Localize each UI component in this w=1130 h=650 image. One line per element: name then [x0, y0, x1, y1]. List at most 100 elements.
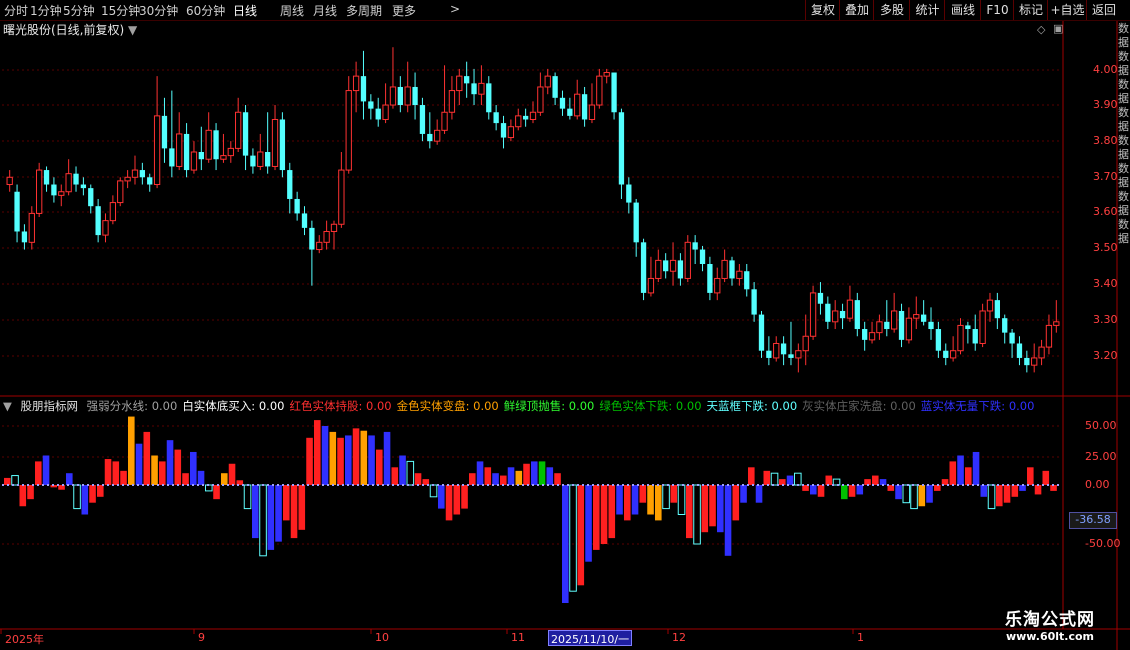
candle [588, 83, 596, 124]
candle [500, 115, 507, 149]
indicator-bar [895, 485, 902, 500]
period-tab-p5[interactable]: 60分钟 [186, 2, 225, 19]
date-tick-label: 10 [375, 631, 389, 644]
period-tab-p9[interactable]: 多周期 [346, 2, 382, 19]
toolbar-button-8[interactable]: 返回 [1086, 0, 1121, 20]
candle [375, 97, 381, 127]
indicator-bar [856, 485, 864, 495]
indicator-bar [197, 470, 205, 485]
candle [677, 253, 684, 286]
chevron-right-icon[interactable]: > [450, 2, 460, 16]
candle [330, 220, 338, 250]
candle-body [412, 86, 418, 106]
indicator-bar [376, 449, 383, 485]
period-tab-p7[interactable]: 周线 [280, 2, 304, 19]
chevron-down-icon[interactable]: ▼ [128, 23, 137, 37]
indicator-name[interactable]: 股朋指标网 [21, 399, 79, 413]
candle [721, 249, 728, 283]
candle-body [633, 202, 639, 243]
candle-body [1045, 324, 1053, 348]
indicator-bar [73, 484, 81, 510]
toolbar-button-6[interactable]: 标记 [1013, 0, 1048, 20]
candle [515, 108, 522, 131]
indicator-bar [902, 484, 911, 504]
candle-body [574, 93, 581, 117]
date-tick-label: 11 [511, 631, 525, 644]
candle-body [36, 169, 43, 214]
diamond-icon[interactable]: ◇ [1037, 23, 1045, 36]
indicator-bar [414, 473, 422, 485]
indicator-bar [655, 485, 662, 521]
indicator-tick-label: -50.00 [1085, 537, 1121, 550]
indicator-bar [841, 485, 848, 500]
candle [795, 343, 802, 373]
current-value-badge: -36.58 [1069, 512, 1117, 529]
candle-body [965, 325, 971, 330]
candle-body [14, 191, 20, 232]
toolbar-button-5[interactable]: F10 [980, 0, 1014, 20]
toolbar-button-1[interactable]: 叠加 [839, 0, 874, 20]
candle [957, 318, 964, 355]
candle [979, 303, 986, 348]
candle [574, 79, 581, 120]
toolbar-button-0[interactable]: 复权 [805, 0, 840, 20]
candle [139, 162, 146, 185]
candle [669, 242, 677, 286]
indicator-bar [693, 484, 701, 545]
candle-body [714, 277, 721, 294]
period-tab-p3[interactable]: 15分钟 [101, 2, 140, 19]
candle-body [1016, 343, 1023, 358]
indicator-bar [128, 416, 135, 485]
candle-body [500, 123, 507, 138]
candle-body [611, 72, 617, 113]
candle [986, 292, 994, 322]
candle-body [345, 90, 352, 171]
candle [147, 173, 153, 192]
candle-body [109, 202, 117, 222]
candle [552, 72, 558, 106]
candle [124, 170, 131, 189]
indicator-bar [507, 467, 515, 485]
candle-body [559, 97, 566, 109]
chart-canvas[interactable] [0, 0, 1130, 650]
candle [404, 61, 411, 113]
candle-body [257, 151, 264, 167]
window-icon[interactable]: ▣ [1053, 22, 1063, 35]
toolbar-button-3[interactable]: 统计 [909, 0, 945, 20]
right-info-strip: 数据数据数据数据数据数据数据数据 [1118, 22, 1129, 245]
candle-body [448, 90, 456, 113]
watermark: 乐淘公式网 www.60lt.com [980, 605, 1120, 643]
indicator-bar [391, 467, 399, 485]
toolbar-button-7[interactable]: +自选 [1047, 0, 1087, 20]
candle-body [427, 133, 433, 142]
indicator-bar [616, 485, 623, 515]
candle-body [198, 152, 204, 160]
candle-body [884, 321, 890, 330]
indicator-tick-label: 50.00 [1085, 419, 1117, 432]
candle [58, 184, 65, 207]
period-tab-p8[interactable]: 月线 [313, 2, 337, 19]
candle [581, 86, 588, 127]
candle [169, 90, 175, 178]
period-tab-p6[interactable]: 日线 [233, 2, 257, 19]
period-tab-p0[interactable]: 分时 [4, 2, 28, 19]
chevron-down-icon[interactable]: ▼ [3, 399, 12, 413]
indicator-bar [42, 455, 50, 485]
indicator-bar [104, 459, 112, 485]
candle-body [846, 299, 854, 319]
indicator-bar [166, 440, 174, 485]
indicator-bar [252, 485, 259, 539]
period-tab-p1[interactable]: 1分钟 [30, 2, 62, 19]
indicator-bar [143, 431, 151, 485]
period-tab-p10[interactable]: 更多 [392, 2, 416, 19]
indicator-bar [810, 485, 817, 495]
period-tab-p2[interactable]: 5分钟 [63, 2, 95, 19]
toolbar-button-4[interactable]: 画线 [944, 0, 981, 20]
indicator-bar [35, 461, 42, 485]
candle [382, 83, 389, 124]
period-tab-p4[interactable]: 30分钟 [139, 2, 178, 19]
candle-body [928, 321, 934, 330]
candle-body [751, 289, 757, 315]
candle [183, 123, 190, 178]
toolbar-button-2[interactable]: 多股 [873, 0, 910, 20]
